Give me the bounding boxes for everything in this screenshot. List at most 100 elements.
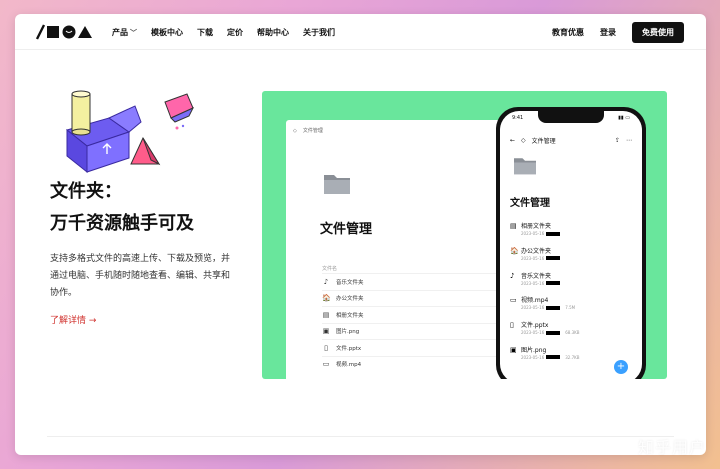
redaction-block [546, 231, 561, 236]
redaction-block [546, 355, 561, 360]
music-icon: ♪ [510, 271, 515, 280]
nav-pricing[interactable]: 定价 [227, 27, 243, 38]
file-name: 音乐文件夹 [336, 279, 364, 286]
file-name: 办公文件夹 [521, 247, 552, 255]
nav-about[interactable]: 关于我们 [303, 27, 335, 38]
list-item[interactable]: ▯ 文件.pptx 2023-05-16 68.3KB [510, 318, 632, 343]
nav-download[interactable]: 下载 [197, 27, 213, 38]
redaction-block [546, 305, 561, 310]
folder-icon [324, 175, 350, 194]
desktop-title: 文件管理 [320, 222, 373, 237]
redaction-block [546, 281, 561, 286]
share-icon[interactable]: ⇪ [615, 137, 620, 144]
phone-nav-title: 文件管理 [531, 138, 556, 145]
browser-window: 产品 ﹀ 模板中心 下载 定价 帮助中心 关于我们 教育优惠 登录 免费使用 文… [15, 14, 706, 455]
chevron-down-icon: ﹀ [130, 28, 137, 37]
desktop-breadcrumb: ◇ 文件管理 [293, 127, 323, 135]
section-divider [47, 436, 674, 437]
nav-help[interactable]: 帮助中心 [257, 27, 289, 38]
file-date: 2023-05-16 [521, 280, 545, 286]
file-date: 2023-05-16 [521, 305, 545, 311]
file-size: 32.7KB [565, 354, 580, 360]
phone-title: 文件管理 [510, 198, 550, 209]
phone-nav-bar: ← ◇ 文件管理 ⇪ ⋯ [510, 136, 632, 145]
file-meta: 2023-05-16 7.5M [521, 305, 575, 310]
nav-product[interactable]: 产品 ﹀ [112, 27, 137, 38]
desktop-file-list: ♪ 音乐文件夹 🏠 办公文件夹 ▤ 相册文件夹 ▣ 图片.png ▯ 文件.pptx ▭ 视… [322, 273, 512, 372]
list-item[interactable]: ♪ 音乐文件夹 [322, 273, 512, 290]
product-showcase: ◇ 文件管理 文件管理 文件名 ♪ 音乐文件夹 🏠 办公文件夹 ▤ 相册文件夹 ▣ 图片… [262, 91, 667, 379]
free-use-button[interactable]: 免费使用 [632, 21, 684, 43]
file-name: 视频.mp4 [521, 297, 549, 305]
nav-product-label: 产品 [112, 27, 128, 37]
list-item[interactable]: 🏠 办公文件夹 [322, 289, 512, 307]
redaction-block [546, 330, 561, 335]
redaction-block [546, 256, 561, 261]
file-date: 2023-05-16 [521, 330, 545, 336]
folder-small-icon: ◇ [293, 127, 297, 134]
status-time: 9:41 [512, 115, 524, 121]
status-bar: 9:41 ▮▮ ▭ [512, 115, 630, 121]
folder-small-icon: ◇ [521, 137, 526, 144]
file-date: 2023-05-16 [521, 255, 545, 261]
more-icon[interactable]: ⋯ [626, 137, 632, 144]
file-name: 图片.png [336, 329, 360, 336]
list-item[interactable]: ▣ 图片.png [322, 322, 512, 340]
hero-description: 支持多格式文件的高速上传、下载及预览，并通过电脑、手机随时随地查看、编辑、共享和… [50, 254, 231, 298]
list-item[interactable]: ▭ 视频.mp4 2023-05-16 7.5M [510, 293, 632, 318]
file-name: 图片.png [521, 346, 547, 354]
add-file-button[interactable]: + [614, 360, 628, 374]
hero-title-line1: 文件夹： [50, 181, 122, 202]
phone-preview: 9:41 ▮▮ ▭ ← ◇ 文件管理 ⇪ ⋯ 文件管理 ▤ 相册文件夹 2023… [496, 107, 646, 379]
phone-file-list: ▤ 相册文件夹 2023-05-16 🏠 办公文件夹 2023-05-16 ♪ … [510, 219, 632, 368]
office-icon: 🏠 [322, 294, 331, 303]
list-item[interactable]: ▤ 相册文件夹 [322, 306, 512, 323]
file-meta: 2023-05-16 68.3KB [521, 330, 580, 335]
music-icon: ♪ [323, 277, 329, 286]
nav-templates[interactable]: 模板中心 [151, 27, 183, 38]
edu-discount-link[interactable]: 教育优惠 [552, 27, 584, 38]
battery-icon: ▮▮ ▭ [618, 115, 630, 121]
file-name: 办公文件夹 [336, 296, 364, 303]
desktop-preview: ◇ 文件管理 文件管理 文件名 ♪ 音乐文件夹 🏠 办公文件夹 ▤ 相册文件夹 ▣ 图片… [286, 120, 531, 379]
office-icon: 🏠 [510, 246, 519, 255]
file-name: 文件.pptx [521, 322, 549, 330]
phone-screen: 9:41 ▮▮ ▭ ← ◇ 文件管理 ⇪ ⋯ 文件管理 ▤ 相册文件夹 2023… [500, 111, 642, 379]
learn-more-link[interactable]: 了解详情 → [50, 313, 96, 326]
folder-illustration-icon [65, 90, 195, 174]
desktop-breadcrumb-label: 文件管理 [302, 128, 323, 134]
file-meta: 2023-05-16 [521, 231, 561, 236]
column-header-filename: 文件名 [322, 266, 338, 272]
list-item[interactable]: ▯ 文件.pptx [322, 339, 512, 356]
list-item[interactable]: 🏠 办公文件夹 2023-05-16 [510, 244, 632, 269]
doc-icon: ▯ [324, 343, 328, 352]
file-meta: 2023-05-16 [521, 280, 561, 286]
doc-icon: ▯ [510, 321, 514, 330]
file-size: 7.5M [565, 305, 576, 311]
album-icon: ▤ [322, 310, 330, 319]
logo-mark-icon [35, 24, 92, 40]
nav-right: 教育优惠 登录 免费使用 [552, 14, 684, 50]
folder-icon [514, 158, 536, 175]
list-item[interactable]: ♪ 音乐文件夹 2023-05-16 [510, 269, 632, 294]
back-arrow-icon[interactable]: ← [510, 137, 515, 144]
watermark: 知乎用户 [637, 438, 706, 457]
album-icon: ▤ [510, 222, 517, 230]
video-icon: ▭ [322, 360, 330, 369]
file-date: 2023-05-16 [521, 231, 545, 236]
top-nav: 产品 ﹀ 模板中心 下载 定价 帮助中心 关于我们 教育优惠 登录 免费使用 [15, 14, 706, 50]
nav-links: 产品 ﹀ 模板中心 下载 定价 帮助中心 关于我们 [112, 14, 335, 50]
file-size: 68.3KB [565, 330, 580, 336]
file-date: 2023-05-16 [521, 354, 545, 360]
image-icon: ▣ [510, 345, 517, 354]
file-meta: 2023-05-16 [521, 255, 561, 261]
file-name: 音乐文件夹 [521, 272, 552, 280]
hero-title-line2: 万千资源触手可及 [50, 213, 194, 234]
logo[interactable] [35, 24, 103, 40]
file-name: 文件.pptx [336, 345, 362, 352]
list-item[interactable]: ▤ 相册文件夹 2023-05-16 [510, 219, 632, 244]
login-link[interactable]: 登录 [600, 27, 616, 38]
file-name: 相册文件夹 [521, 223, 552, 230]
video-icon: ▭ [510, 296, 517, 305]
list-item[interactable]: ▭ 视频.mp4 [322, 355, 512, 373]
